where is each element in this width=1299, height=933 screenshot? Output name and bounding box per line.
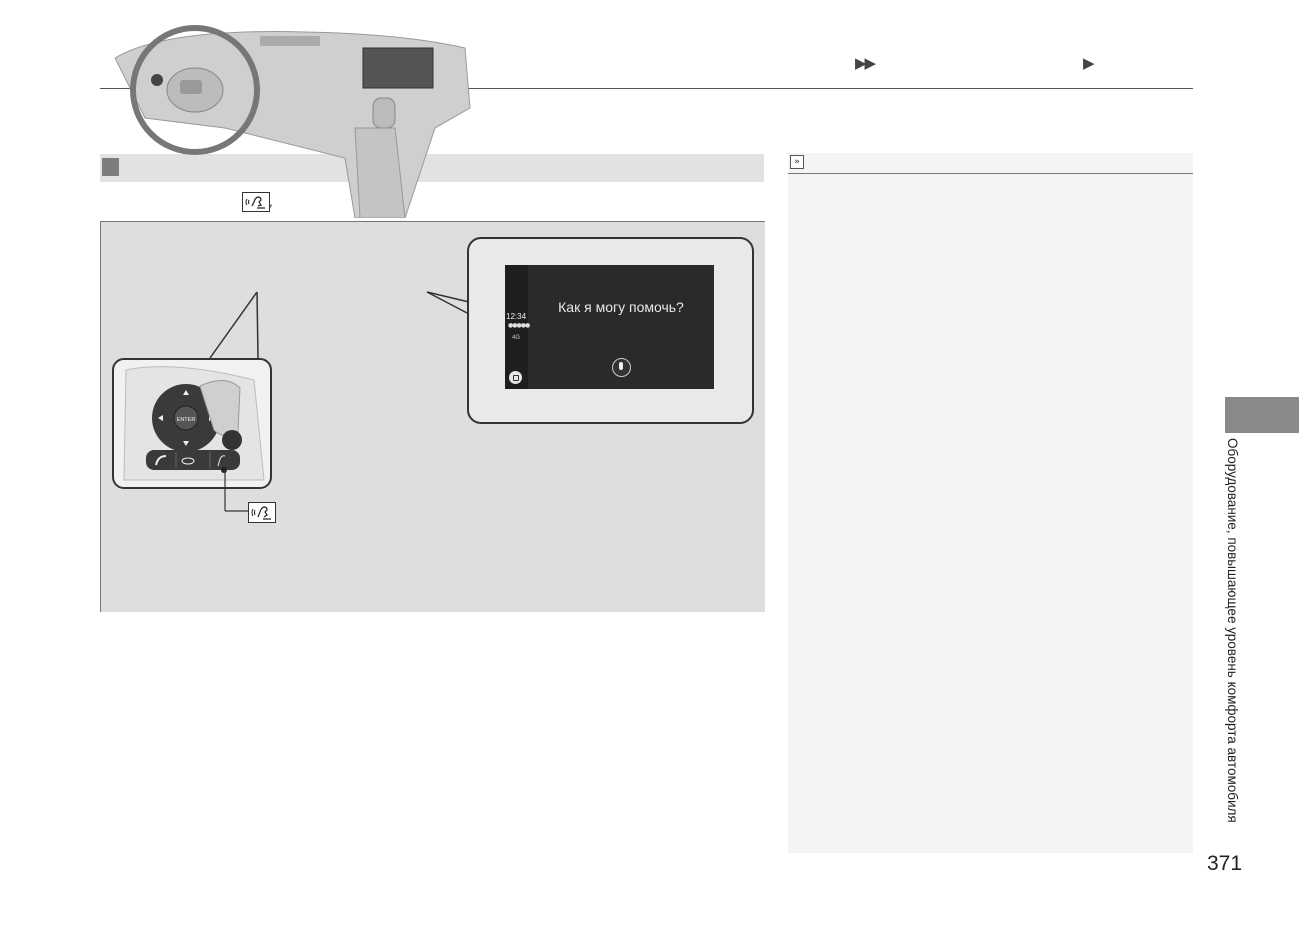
talk-button-label-icon (248, 502, 276, 523)
talk-button-leader (224, 470, 248, 512)
microphone-icon[interactable] (612, 358, 631, 377)
clock-text: 12:34 (506, 312, 527, 321)
signal-dots: ●●●●● (508, 322, 530, 329)
callout-pointer-lines (426, 291, 470, 315)
inset-pointer-lines (209, 291, 259, 359)
nav-forward-arrow[interactable]: ▶ (1083, 54, 1094, 72)
chapter-title: Оборудование, повышающее уровень комфорт… (1225, 438, 1240, 823)
screen-status-column: 12:34 ●●●●● 4G (505, 265, 530, 389)
dashboard-illustration (114, 25, 471, 218)
display-screen: 12:34 ●●●●● 4G Как я могу помочь? (505, 265, 714, 389)
siri-prompt: Как я могу помочь? (558, 299, 684, 315)
network-label: 4G (512, 335, 521, 341)
home-icon[interactable] (509, 371, 522, 384)
nav-forward-double-arrow[interactable]: ▶▶ (855, 54, 876, 72)
enter-button[interactable]: ENTER (177, 417, 196, 423)
chapter-tab[interactable] (1225, 397, 1299, 433)
chevron-icon: » (790, 155, 804, 169)
sidebar-notes-panel: » (788, 153, 1193, 853)
sidebar-header: » (788, 153, 1193, 174)
page-number: 371 (1207, 852, 1243, 875)
